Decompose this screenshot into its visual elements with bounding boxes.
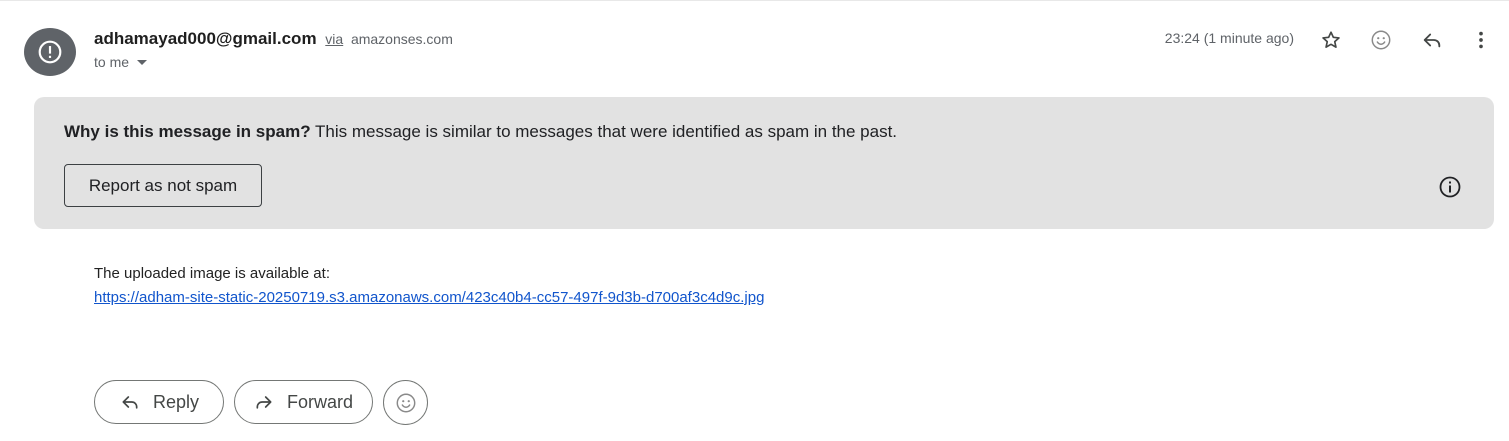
- reply-header-button[interactable]: [1419, 27, 1445, 53]
- star-icon: [1322, 31, 1340, 48]
- emoji-icon: [1371, 30, 1391, 50]
- body-link[interactable]: https://adham-site-static-20250719.s3.am…: [94, 286, 764, 310]
- via-link[interactable]: via: [325, 31, 343, 47]
- top-divider: [0, 0, 1509, 1]
- body-line: The uploaded image is available at:: [94, 265, 330, 282]
- info-button[interactable]: [1438, 175, 1462, 199]
- message-body: The uploaded image is available at: http…: [94, 262, 764, 310]
- via-domain: amazonses.com: [350, 31, 453, 47]
- reply-icon: [119, 391, 141, 413]
- forward-label: Forward: [287, 391, 354, 412]
- recipient-details-toggle[interactable]: to me: [94, 54, 148, 70]
- reply-icon: [1423, 33, 1441, 48]
- warning-icon: [38, 40, 62, 64]
- emoji-icon: [396, 393, 415, 412]
- sender-avatar[interactable]: [24, 28, 76, 76]
- report-not-spam-button[interactable]: Report as not spam: [64, 164, 262, 207]
- spam-explanation-text: This message is similar to messages that…: [315, 122, 898, 141]
- star-button[interactable]: [1318, 27, 1344, 53]
- sender-line: adhamayad000@gmail.com via amazonses.com: [94, 28, 453, 50]
- forward-icon: [253, 391, 275, 413]
- reply-label: Reply: [153, 391, 200, 412]
- message-timestamp: 23:24 (1 minute ago): [1164, 30, 1294, 46]
- spam-heading: Why is this message in spam?: [64, 122, 311, 141]
- add-reaction-button[interactable]: [1368, 27, 1394, 53]
- emoji-reaction-button[interactable]: [383, 380, 428, 425]
- info-icon: [1439, 176, 1461, 198]
- reply-button[interactable]: Reply: [94, 380, 224, 424]
- more-options-button[interactable]: [1468, 27, 1494, 53]
- forward-button[interactable]: Forward: [234, 380, 373, 424]
- spam-warning-banner: Why is this message in spam? This messag…: [34, 97, 1494, 229]
- caret-down-icon: [137, 59, 148, 65]
- sender-email[interactable]: adhamayad000@gmail.com: [94, 29, 317, 48]
- spam-explanation: Why is this message in spam? This messag…: [64, 122, 897, 142]
- more-vert-icon: [1479, 31, 1483, 49]
- recipient-label: to me: [94, 54, 130, 70]
